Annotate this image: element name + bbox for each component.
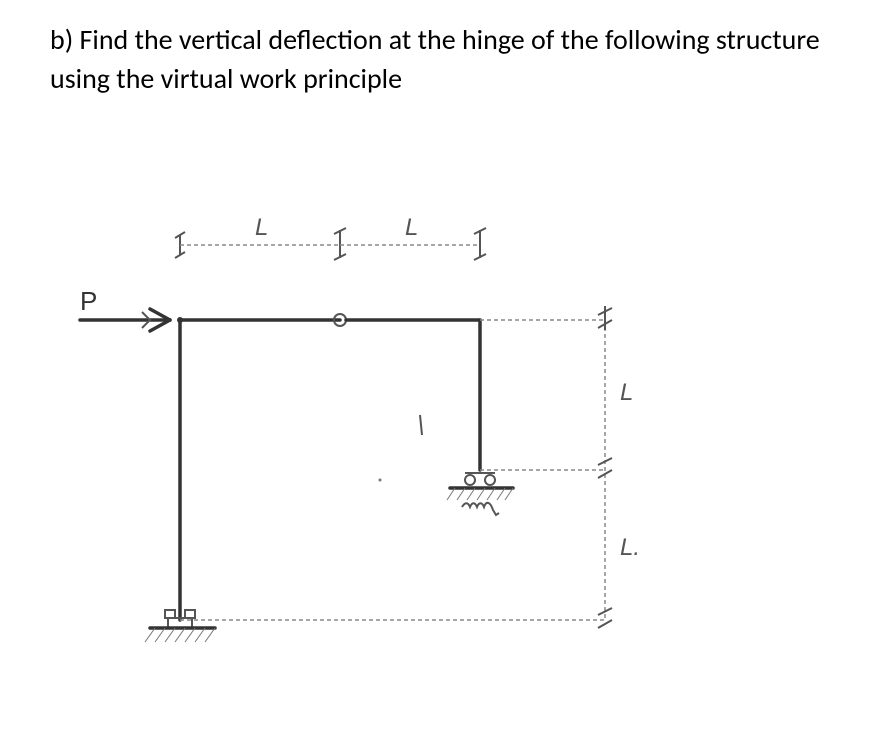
load-p: P	[80, 286, 170, 331]
right-dimensions: L L.	[180, 306, 640, 628]
dim-label-right-upper: L	[620, 379, 633, 406]
dim-label-right-lower: L.	[620, 534, 640, 561]
mid-mark	[420, 415, 422, 435]
stray-dot	[379, 479, 382, 482]
support-label-scribble	[462, 503, 499, 515]
frame-structure	[177, 314, 480, 620]
load-label: P	[80, 286, 97, 316]
problem-statement: b) Find the vertical deflection at the h…	[50, 20, 830, 98]
pin-support-right	[447, 473, 513, 515]
dim-label-top-right: L	[405, 214, 418, 241]
structure-figure: L L P	[50, 180, 750, 680]
top-dimension: L L	[175, 214, 486, 260]
dim-label-top-left: L	[255, 214, 268, 241]
